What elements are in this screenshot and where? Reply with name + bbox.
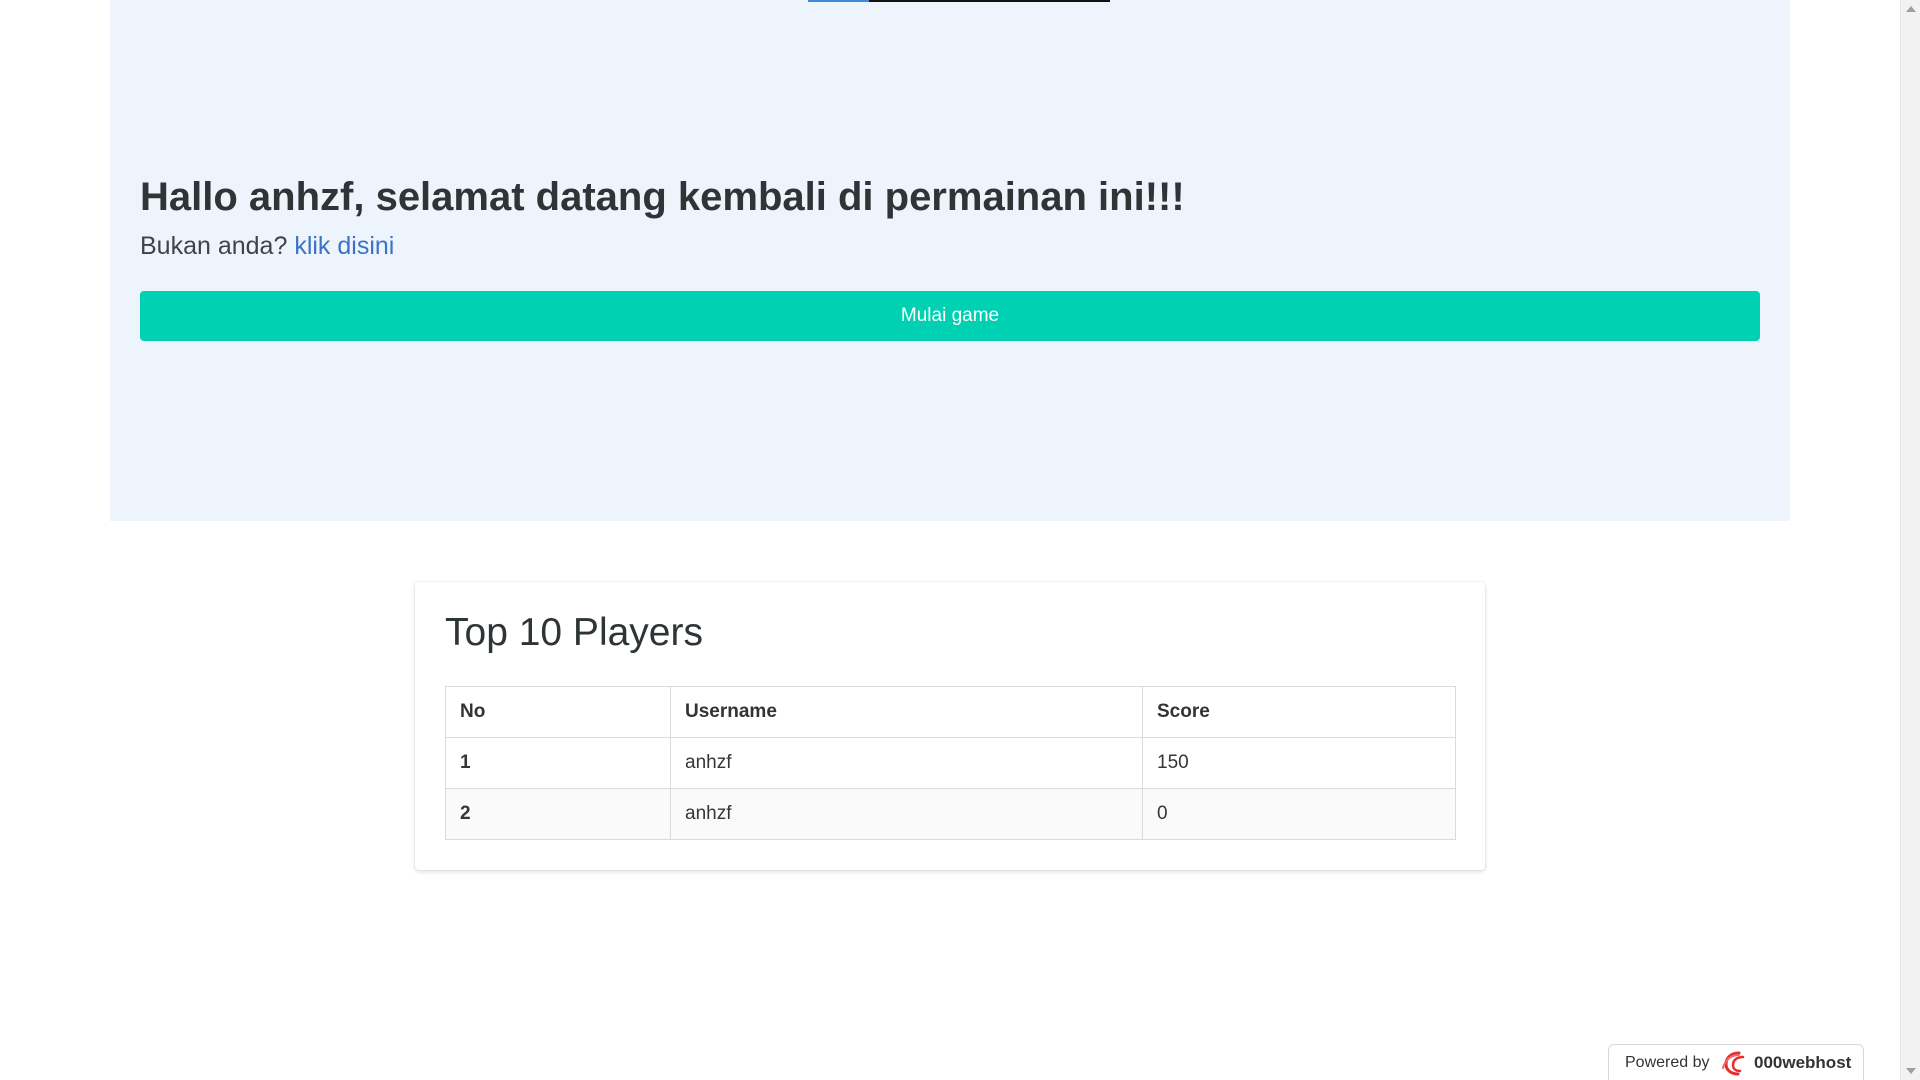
identity-question: Bukan anda?: [140, 232, 288, 260]
identity-prompt: Bukan anda? klik disini: [140, 231, 394, 262]
000webhost-logo-icon: [1719, 1050, 1749, 1076]
powered-by-badge[interactable]: Powered by 000webhost: [1608, 1044, 1864, 1080]
welcome-hero: Hallo anhzf, selamat datang kembali di p…: [110, 0, 1790, 521]
table-row: 2 anhzf 0: [445, 788, 1456, 840]
table-row: 1 anhzf 150: [445, 737, 1456, 789]
column-header-score: Score: [1142, 686, 1456, 738]
start-game-button[interactable]: Mulai game: [140, 291, 1760, 341]
username-cell: anhzf: [670, 788, 1143, 840]
username-cell: anhzf: [670, 737, 1143, 789]
table-header-row: No Username Score: [445, 686, 1456, 738]
powered-by-label: Powered by: [1625, 1054, 1710, 1071]
leaderboard-table: No Username Score 1 anhzf 150 2 anhzf 0: [445, 686, 1456, 840]
rank-cell: 1: [445, 737, 671, 789]
rank-cell: 2: [445, 788, 671, 840]
score-cell: 0: [1142, 788, 1456, 840]
scroll-down-icon[interactable]: [1906, 1068, 1916, 1074]
column-header-no: No: [445, 686, 671, 738]
score-cell: 150: [1142, 737, 1456, 789]
column-header-username: Username: [670, 686, 1143, 738]
switch-user-link[interactable]: klik disini: [294, 232, 394, 260]
vertical-scrollbar[interactable]: [1900, 0, 1920, 1080]
hero-top-divider-accent: [808, 0, 869, 2]
scroll-up-icon[interactable]: [1906, 6, 1916, 12]
welcome-title: Hallo anhzf, selamat datang kembali di p…: [140, 175, 1185, 219]
page: Hallo anhzf, selamat datang kembali di p…: [0, 0, 1920, 1080]
leaderboard-card: Top 10 Players No Username Score 1 anhzf…: [415, 582, 1485, 870]
000webhost-brand-name: 000webhost: [1754, 1053, 1852, 1072]
leaderboard-title: Top 10 Players: [445, 611, 703, 654]
